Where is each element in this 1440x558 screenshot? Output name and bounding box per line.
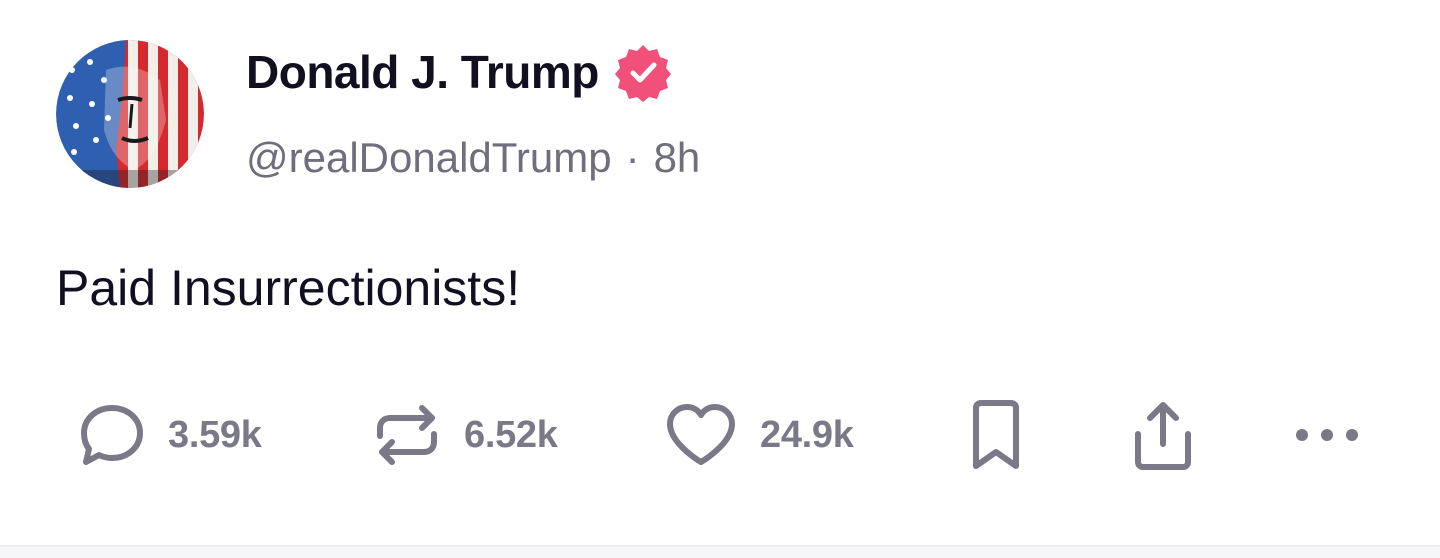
post-text: Paid Insurrectionists! [56, 260, 521, 316]
post-card: Donald J. Trump @realDonaldTrump · 8h Pa… [0, 0, 1440, 545]
action-bar: 3.59k 6.52k 24.9k [0, 390, 1440, 480]
bookmark-icon [973, 400, 1019, 469]
author-handle[interactable]: @realDonaldTrump [246, 137, 612, 179]
more-icon [1296, 429, 1358, 441]
share-icon [1135, 402, 1191, 470]
author-name-row: Donald J. Trump [246, 40, 673, 104]
reply-button[interactable]: 3.59k [78, 390, 262, 480]
reply-icon [81, 405, 143, 465]
more-options-button[interactable] [1290, 390, 1364, 480]
repost-icon [377, 405, 437, 465]
heart-icon [667, 404, 735, 465]
meta-separator: · [625, 134, 640, 181]
feed-divider [0, 545, 1440, 558]
repost-count: 6.52k [464, 413, 558, 456]
bookmark-button[interactable] [968, 390, 1024, 480]
reply-count: 3.59k [168, 413, 262, 456]
share-button[interactable] [1130, 390, 1196, 480]
repost-button[interactable]: 6.52k [372, 390, 558, 480]
like-button[interactable]: 24.9k [664, 390, 854, 480]
flag-portrait-avatar-icon [56, 40, 204, 188]
author-meta-row: @realDonaldTrump · 8h [246, 128, 700, 188]
like-count: 24.9k [760, 413, 854, 456]
post-timestamp[interactable]: 8h [654, 137, 701, 179]
verified-badge-icon [614, 45, 671, 102]
avatar[interactable] [56, 40, 204, 188]
display-name[interactable]: Donald J. Trump [246, 49, 599, 95]
